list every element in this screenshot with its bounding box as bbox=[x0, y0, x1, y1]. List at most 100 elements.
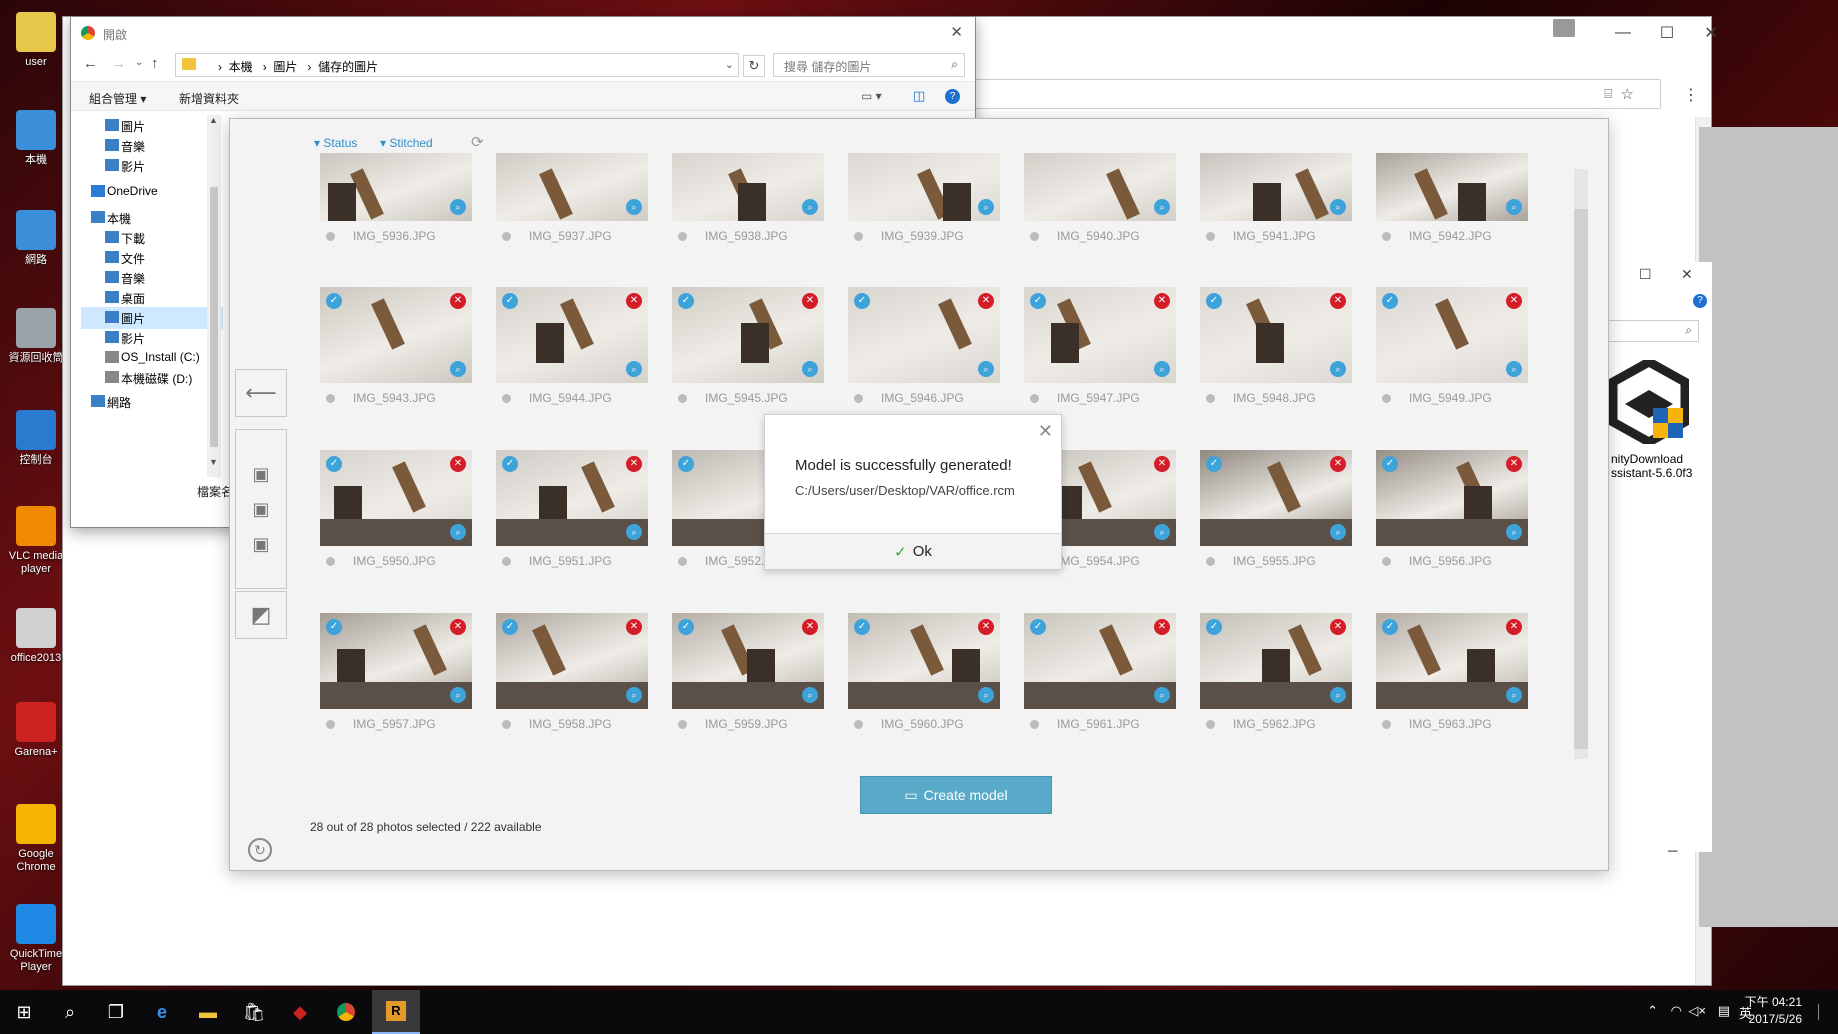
photo-cell[interactable]: ✓ ✕ ⌕ IMG_5962.JPG bbox=[1200, 613, 1352, 763]
photo-thumbnail[interactable]: ⌕ bbox=[672, 153, 824, 221]
selected-check-icon[interactable]: ✓ bbox=[1382, 293, 1398, 309]
photo-cell[interactable]: ✓ ✕ ⌕ IMG_5957.JPG bbox=[320, 613, 472, 763]
remove-photo-icon[interactable]: ✕ bbox=[1330, 456, 1346, 472]
up-arrow-icon[interactable]: ↑ bbox=[151, 55, 159, 72]
help-icon[interactable]: ? bbox=[945, 89, 960, 104]
forward-arrow-icon[interactable]: → bbox=[111, 55, 126, 72]
photo-thumbnail[interactable]: ⌕ bbox=[320, 153, 472, 221]
nav-item[interactable]: 網路 bbox=[81, 391, 223, 413]
remove-photo-icon[interactable]: ✕ bbox=[1154, 619, 1170, 635]
zoom-icon[interactable]: ⌕ bbox=[450, 199, 466, 215]
network-icon[interactable]: ◠ bbox=[1671, 1003, 1682, 1019]
scroll-down-icon[interactable]: ▼ bbox=[209, 457, 218, 467]
zoom-icon[interactable]: ⌕ bbox=[978, 361, 994, 377]
zoom-icon[interactable]: ⌕ bbox=[626, 687, 642, 703]
photo-thumbnail[interactable]: ⌕ bbox=[848, 153, 1000, 221]
photo-cell[interactable]: ✓ ✕ ⌕ IMG_5961.JPG bbox=[1024, 613, 1176, 763]
photo-app-button[interactable]: R bbox=[372, 990, 420, 1034]
scrollbar-thumb[interactable] bbox=[1699, 127, 1838, 927]
zoom-icon[interactable]: ⌕ bbox=[1330, 199, 1346, 215]
zoom-icon[interactable]: ⌕ bbox=[802, 361, 818, 377]
nav-item[interactable]: 本機 bbox=[81, 207, 223, 229]
close-icon[interactable]: ✕ bbox=[1681, 266, 1693, 283]
zoom-icon[interactable]: ⌕ bbox=[1154, 687, 1170, 703]
create-model-button[interactable]: ▭ Create model bbox=[860, 776, 1052, 814]
photo-cell[interactable]: ✓ ✕ ⌕ IMG_5948.JPG bbox=[1200, 287, 1352, 437]
remove-photo-icon[interactable]: ✕ bbox=[1506, 293, 1522, 309]
photo-thumbnail[interactable]: ✓ ✕ ⌕ bbox=[320, 287, 472, 383]
stitch-photos-button[interactable]: ◩ bbox=[235, 591, 287, 639]
nav-item[interactable]: 圖片 bbox=[81, 307, 223, 329]
photo-thumbnail[interactable]: ✓ ✕ ⌕ bbox=[1376, 287, 1528, 383]
selected-check-icon[interactable]: ✓ bbox=[678, 293, 694, 309]
refresh-icon[interactable]: ⟳ bbox=[471, 133, 484, 151]
photo-cell[interactable]: ⌕ IMG_5940.JPG bbox=[1024, 153, 1176, 303]
photo-cell[interactable]: ⌕ IMG_5941.JPG bbox=[1200, 153, 1352, 303]
photo-thumbnail[interactable]: ✓ ✕ ⌕ bbox=[1024, 613, 1176, 709]
view-options-icon[interactable]: ▭ ▾ bbox=[861, 89, 882, 103]
selected-check-icon[interactable]: ✓ bbox=[1030, 619, 1046, 635]
zoom-icon[interactable]: ⌕ bbox=[1506, 524, 1522, 540]
zoom-icon[interactable]: ⌕ bbox=[802, 687, 818, 703]
photo-thumbnail[interactable]: ✓ ✕ ⌕ bbox=[320, 613, 472, 709]
scrollbar-thumb[interactable] bbox=[1574, 209, 1588, 749]
sync-icon[interactable]: ↻ bbox=[248, 838, 272, 862]
selected-check-icon[interactable]: ✓ bbox=[678, 456, 694, 472]
photo-thumbnail[interactable]: ⌕ bbox=[1024, 153, 1176, 221]
menu-icon[interactable]: ⋮ bbox=[1683, 85, 1699, 105]
notification-icon[interactable]: ▤ bbox=[1718, 1003, 1730, 1019]
remove-photo-icon[interactable]: ✕ bbox=[450, 456, 466, 472]
start-button[interactable]: ⊞ bbox=[0, 990, 48, 1034]
remove-photo-icon[interactable]: ✕ bbox=[1506, 619, 1522, 635]
garena-button[interactable]: ◆ bbox=[276, 990, 324, 1034]
photo-thumbnail[interactable]: ✓ ✕ ⌕ bbox=[496, 450, 648, 546]
close-icon[interactable]: ✕ bbox=[1038, 421, 1053, 442]
organize-menu[interactable]: 組合管理 ▾ bbox=[89, 90, 146, 107]
nav-item[interactable]: 桌面 bbox=[81, 287, 223, 309]
photo-thumbnail[interactable]: ✓ ✕ ⌕ bbox=[848, 287, 1000, 383]
stitched-filter[interactable]: ▾ Stitched bbox=[380, 136, 433, 150]
photo-cell[interactable]: ⌕ IMG_5942.JPG bbox=[1376, 153, 1528, 303]
new-folder-button[interactable]: 新增資料夾 bbox=[179, 90, 239, 107]
remove-photo-icon[interactable]: ✕ bbox=[626, 293, 642, 309]
nav-item[interactable]: 文件 bbox=[81, 247, 223, 269]
photo-cell[interactable]: ✓ ✕ ⌕ IMG_5949.JPG bbox=[1376, 287, 1528, 437]
selected-check-icon[interactable]: ✓ bbox=[502, 456, 518, 472]
zoom-icon[interactable]: ⌕ bbox=[1330, 524, 1346, 540]
close-icon[interactable]: ✕ bbox=[950, 23, 963, 41]
minimize-icon[interactable]: — bbox=[1601, 17, 1645, 49]
chevron-down-icon[interactable]: ⌄ bbox=[725, 58, 734, 71]
zoom-icon[interactable]: ⌕ bbox=[450, 361, 466, 377]
selected-check-icon[interactable]: ✓ bbox=[326, 619, 342, 635]
back-arrow-icon[interactable]: ← bbox=[83, 55, 98, 72]
task-view-button[interactable]: ❐ bbox=[92, 990, 140, 1034]
zoom-icon[interactable]: ⌕ bbox=[1154, 524, 1170, 540]
maximize-icon[interactable]: ☐ bbox=[1639, 266, 1652, 283]
zoom-icon[interactable]: ⌕ bbox=[1506, 687, 1522, 703]
zoom-icon[interactable]: ⌕ bbox=[626, 199, 642, 215]
maximize-icon[interactable]: ☐ bbox=[1645, 17, 1689, 49]
breadcrumb-item[interactable]: 儲存的圖片 bbox=[318, 60, 378, 74]
scroll-up-icon[interactable]: ▲ bbox=[209, 115, 218, 125]
show-hidden-icons[interactable]: ⌃ bbox=[1647, 1003, 1658, 1019]
nav-item[interactable]: 下載 bbox=[81, 227, 223, 249]
file-explorer-button[interactable]: ▬ bbox=[184, 990, 232, 1034]
selected-check-icon[interactable]: ✓ bbox=[1382, 456, 1398, 472]
breadcrumb-item[interactable]: 圖片 bbox=[273, 60, 297, 74]
close-icon[interactable]: ✕ bbox=[1689, 17, 1733, 49]
selected-check-icon[interactable]: ✓ bbox=[854, 619, 870, 635]
photo-cell[interactable]: ✓ ✕ ⌕ IMG_5959.JPG bbox=[672, 613, 824, 763]
nav-item[interactable]: 音樂 bbox=[81, 267, 223, 289]
selected-check-icon[interactable]: ✓ bbox=[1382, 619, 1398, 635]
photo-thumbnail[interactable]: ✓ ✕ ⌕ bbox=[1200, 613, 1352, 709]
photo-thumbnail[interactable]: ✓ ✕ ⌕ bbox=[672, 613, 824, 709]
account-icon[interactable] bbox=[1553, 19, 1575, 37]
photo-cell[interactable]: ✓ ✕ ⌕ IMG_5951.JPG bbox=[496, 450, 648, 600]
remove-photo-icon[interactable]: ✕ bbox=[450, 619, 466, 635]
refresh-icon[interactable]: ↻ bbox=[743, 55, 765, 77]
selected-check-icon[interactable]: ✓ bbox=[854, 293, 870, 309]
selected-check-icon[interactable]: ✓ bbox=[1206, 619, 1222, 635]
photo-cell[interactable]: ⌕ IMG_5937.JPG bbox=[496, 153, 648, 303]
help-icon[interactable]: ? bbox=[1693, 294, 1707, 308]
zoom-icon[interactable]: ⌕ bbox=[450, 687, 466, 703]
